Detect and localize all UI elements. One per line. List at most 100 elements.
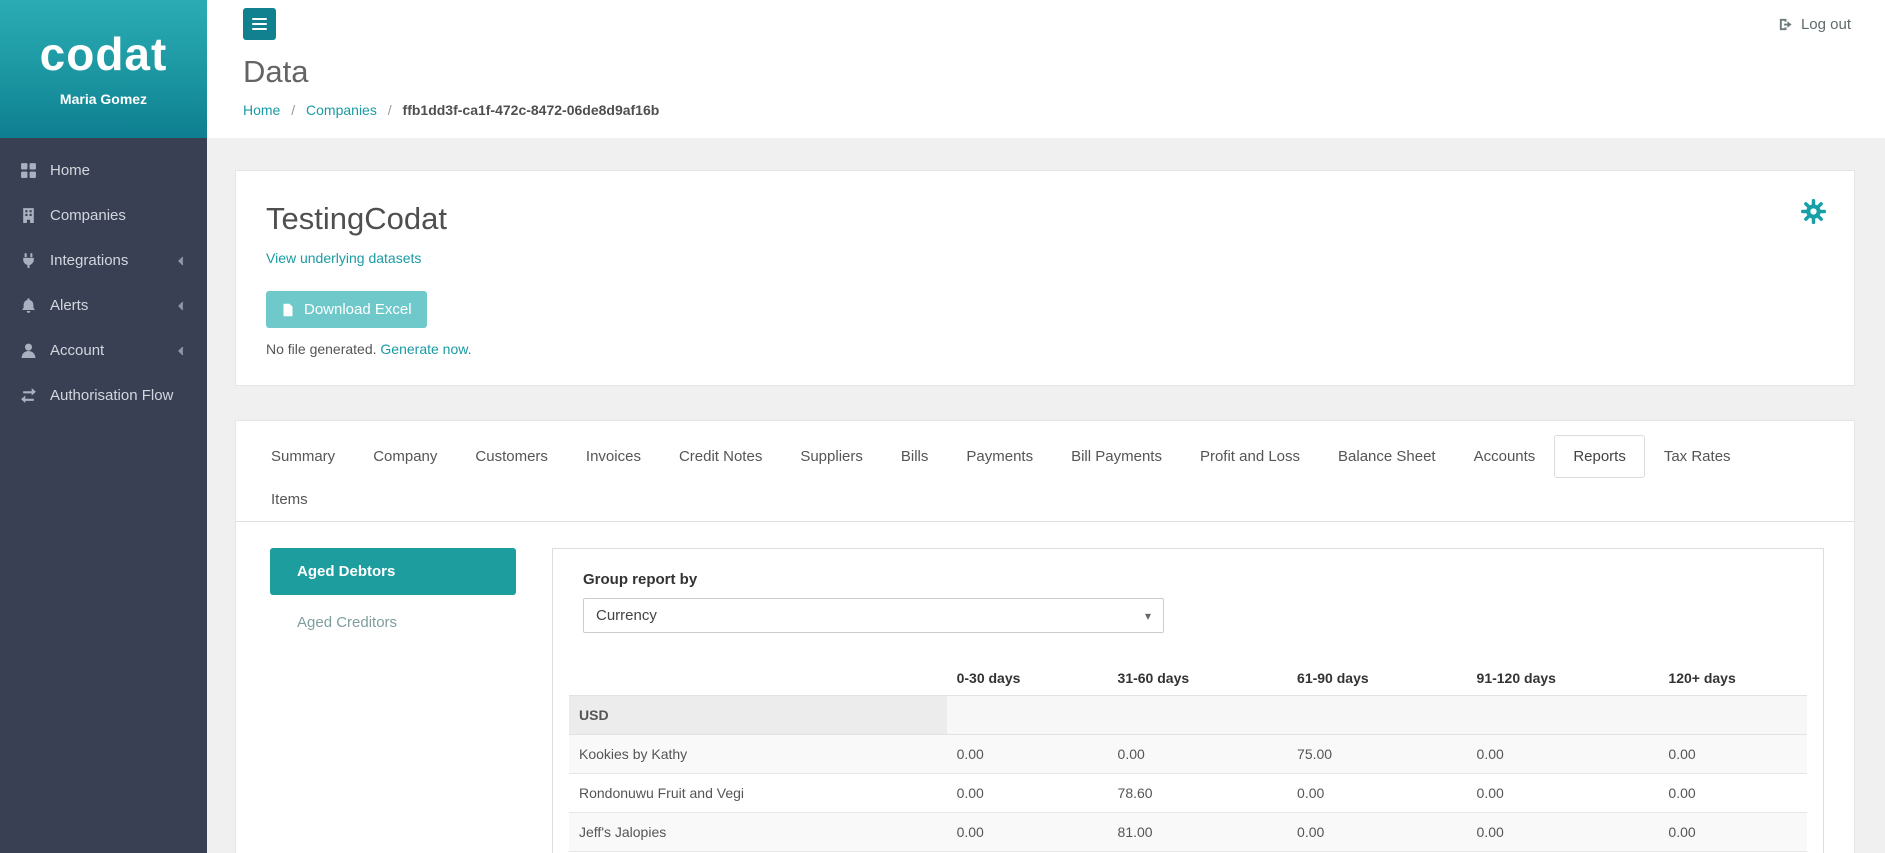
company-name: TestingCodat	[266, 201, 447, 236]
empty-cell	[1658, 695, 1807, 735]
amount-cell: 0.00	[1107, 734, 1288, 774]
currency-group-row: USD	[569, 695, 1807, 735]
chevron-left-icon	[175, 345, 187, 357]
tab-items[interactable]: Items	[252, 478, 327, 521]
customer-name: Kookies by Kathy	[569, 734, 947, 774]
tab-bills[interactable]: Bills	[882, 435, 948, 478]
sidebar-item-authorisation-flow[interactable]: Authorisation Flow	[0, 373, 207, 418]
customer-name: Rondonuwu Fruit and Vegi	[569, 773, 947, 813]
tab-customers[interactable]: Customers	[456, 435, 567, 478]
breadcrumb-separator: /	[291, 102, 296, 118]
sidebar-item-companies[interactable]: Companies	[0, 193, 207, 238]
table-row: Rondonuwu Fruit and Vegi 0.00 78.60 0.00 0.0…	[569, 773, 1807, 813]
tab-invoices[interactable]: Invoices	[567, 435, 660, 478]
aged-debtors-table: 0-30 days 31-60 days 61-90 days 91-120 days…	[569, 661, 1807, 853]
empty-cell	[1466, 695, 1659, 735]
report-tab-aged-debtors[interactable]: Aged Debtors	[270, 548, 516, 595]
main-area: Log out Data Home / Companies / ffb1dd3f…	[207, 0, 1885, 853]
amount-cell: 0.00	[1287, 773, 1467, 813]
column-header: 0-30 days	[956, 670, 1021, 686]
amount-cell: 0.00	[1287, 812, 1467, 852]
amount-cell: 0.00	[946, 734, 1108, 774]
amount-cell: 81.00	[1107, 812, 1288, 852]
codat-logo[interactable]: codat	[40, 31, 168, 77]
column-header: 61-90 days	[1297, 670, 1369, 686]
file-status-text: No file generated.	[266, 341, 377, 357]
breadcrumb: Home / Companies / ffb1dd3f-ca1f-472c-84…	[243, 102, 1851, 118]
page-header: Log out Data Home / Companies / ffb1dd3f…	[207, 0, 1885, 138]
generate-now-link[interactable]: Generate now.	[380, 341, 471, 357]
sidebar-item-integrations[interactable]: Integrations	[0, 238, 207, 283]
settings-gear-button[interactable]	[1801, 199, 1826, 224]
report-section: Aged Debtors Aged Creditors Group report …	[236, 522, 1854, 853]
gear-icon	[1801, 199, 1826, 224]
page-content: TestingCodat View underlying datasets Do…	[207, 138, 1885, 853]
group-report-by-label: Group report by	[583, 571, 698, 588]
empty-cell	[946, 695, 1108, 735]
sidebar-item-label: Home	[50, 162, 91, 179]
menu-toggle-button[interactable]	[243, 8, 276, 40]
sidebar-item-label: Alerts	[50, 297, 89, 314]
table-row: Kookies by Kathy 0.00 0.00 75.00 0.00 0.00	[569, 734, 1807, 774]
empty-cell	[1287, 695, 1467, 735]
sidebar-item-account[interactable]: Account	[0, 328, 207, 373]
breadcrumb-separator: /	[387, 102, 392, 118]
tab-summary[interactable]: Summary	[252, 435, 354, 478]
report-tab-aged-creditors[interactable]: Aged Creditors	[270, 599, 516, 646]
sidebar: codat Maria Gomez Home Companies Integrati…	[0, 0, 207, 853]
page-title: Data	[243, 54, 309, 89]
company-card: TestingCodat View underlying datasets Do…	[235, 170, 1855, 386]
tab-bill-payments[interactable]: Bill Payments	[1052, 435, 1181, 478]
column-header: 120+ days	[1668, 670, 1736, 686]
column-header: 91-120 days	[1476, 670, 1556, 686]
select-caret-icon: ▾	[1144, 608, 1151, 623]
sidebar-menu: Home Companies Integrations Alerts Account Au…	[0, 138, 207, 418]
breadcrumb-home[interactable]: Home	[243, 102, 280, 118]
amount-cell: 0.00	[1466, 812, 1659, 852]
empty-cell	[1107, 695, 1288, 735]
sidebar-item-home[interactable]: Home	[0, 148, 207, 193]
tab-reports[interactable]: Reports	[1554, 435, 1645, 478]
bell-icon	[20, 297, 37, 314]
app-root: codat Maria Gomez Home Companies Integrati…	[0, 0, 1885, 853]
download-excel-label: Download Excel	[304, 301, 412, 318]
breadcrumb-companies[interactable]: Companies	[306, 102, 377, 118]
table-row: Jeff's Jalopies 0.00 81.00 0.00 0.00 0.00	[569, 812, 1807, 852]
tab-accounts[interactable]: Accounts	[1455, 435, 1555, 478]
report-side-tabs: Aged Debtors Aged Creditors	[270, 548, 516, 646]
tab-company[interactable]: Company	[354, 435, 456, 478]
amount-cell: 0.00	[946, 773, 1108, 813]
amount-cell: 0.00	[1658, 812, 1807, 852]
sidebar-item-alerts[interactable]: Alerts	[0, 283, 207, 328]
amount-cell: 0.00	[1658, 773, 1807, 813]
group-by-select[interactable]: Currency ▾	[583, 598, 1164, 633]
amount-cell: 75.00	[1287, 734, 1467, 774]
logout-icon	[1778, 17, 1793, 32]
column-header: 31-60 days	[1117, 670, 1190, 686]
user-name: Maria Gomez	[59, 91, 148, 107]
tab-bar: Summary Company Customers Invoices Credit No…	[236, 421, 1854, 522]
tab-credit-notes[interactable]: Credit Notes	[660, 435, 781, 478]
download-excel-button[interactable]: Download Excel	[266, 291, 427, 328]
building-icon	[20, 207, 37, 224]
sidebar-item-label: Authorisation Flow	[50, 387, 174, 404]
report-panel: Group report by Currency ▾ 0-30 days 31-6…	[552, 548, 1824, 853]
view-datasets-link[interactable]: View underlying datasets	[266, 250, 421, 266]
plug-icon	[20, 252, 37, 269]
tab-tax-rates[interactable]: Tax Rates	[1645, 435, 1750, 478]
amount-cell: 78.60	[1107, 773, 1288, 813]
sidebar-item-label: Account	[50, 342, 105, 359]
user-icon	[20, 342, 37, 359]
tab-profit-and-loss[interactable]: Profit and Loss	[1181, 435, 1319, 478]
table-header-row: 0-30 days 31-60 days 61-90 days 91-120 days…	[569, 661, 1807, 696]
exchange-icon	[20, 387, 37, 404]
grid-icon	[20, 162, 37, 179]
customer-name: Jeff's Jalopies	[569, 812, 947, 852]
tab-payments[interactable]: Payments	[947, 435, 1052, 478]
amount-cell: 0.00	[1466, 773, 1659, 813]
column-header	[569, 661, 947, 696]
sidebar-brand: codat Maria Gomez	[0, 0, 207, 138]
logout-link[interactable]: Log out	[1778, 16, 1851, 33]
tab-suppliers[interactable]: Suppliers	[781, 435, 882, 478]
tab-balance-sheet[interactable]: Balance Sheet	[1319, 435, 1455, 478]
